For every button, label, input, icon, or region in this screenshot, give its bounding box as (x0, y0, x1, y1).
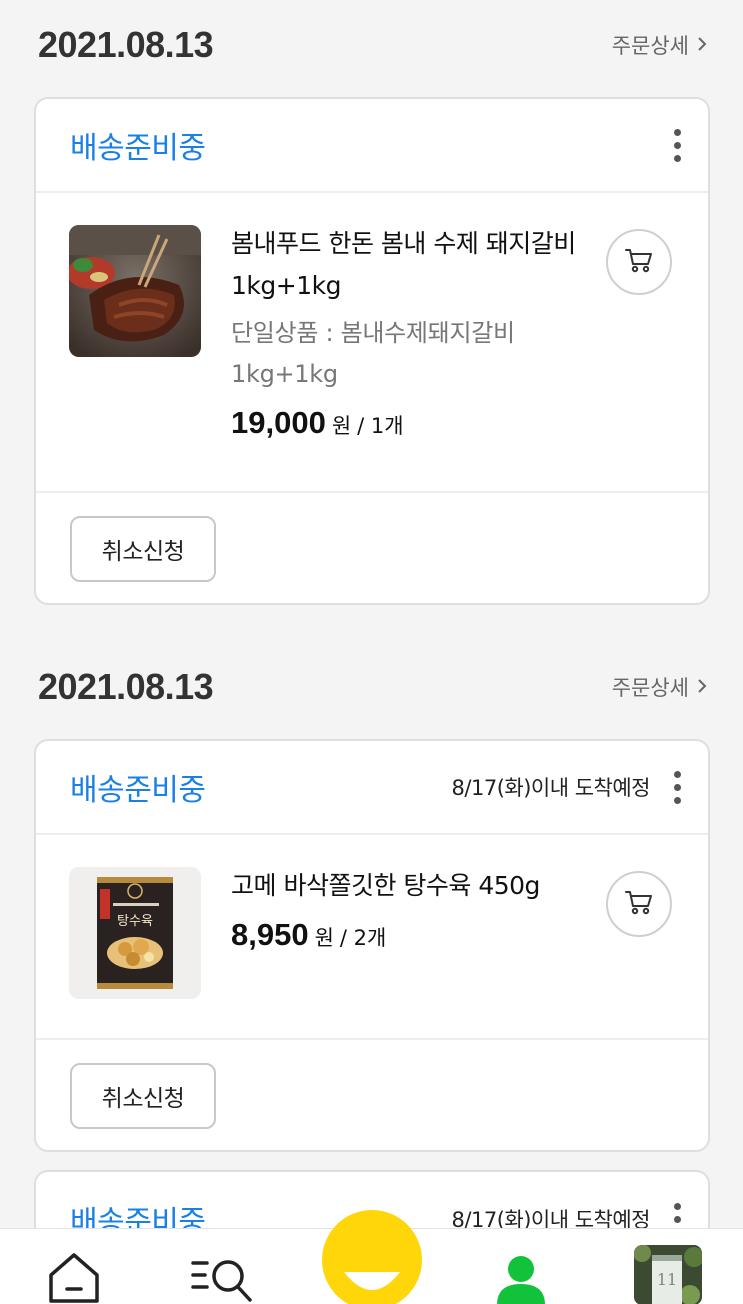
product-title: 봄내푸드 한돈 봄내 수제 돼지갈비 1kg+1kg (231, 229, 576, 300)
cancel-request-button[interactable]: 취소신청 (70, 1063, 216, 1129)
order-detail-label: 주문상세 (611, 34, 689, 58)
product-title: 고메 바삭쫄깃한 탕수육 450g (231, 871, 540, 900)
chevron-right-icon (697, 675, 707, 699)
product-row[interactable]: 봄내푸드 한돈 봄내 수제 돼지갈비 1kg+1kg 단일상품 : 봄내수제돼지… (36, 193, 708, 493)
my-page-icon (494, 1256, 548, 1304)
order-date-row: 2021.08.13 주문상세 (0, 642, 743, 732)
delivery-status: 배송준비중 (70, 773, 206, 808)
order-date: 2021.08.13 (38, 24, 214, 65)
order-card-2: 배송준비중 8/17(화)이내 도착예정 탕수육 고메 바삭쫄깃한 탕수육 45… (34, 739, 710, 1152)
order-card-1: 배송준비중 봄내푸드 한돈 봄내 수제 돼지갈비 1kg+1kg 단일상품: … (34, 97, 710, 605)
nav-home[interactable] (46, 1251, 102, 1304)
product-info[interactable]: 고메 바삭쫄깃한 탕수육 450g 8,950 원 / 2개 (231, 865, 598, 953)
recent-item-badge: 11 (657, 1270, 677, 1289)
product-image-ribs[interactable] (69, 225, 201, 357)
home-icon (46, 1253, 102, 1304)
card-header: 배송준비중 8/17(화)이내 도착예정 (36, 741, 708, 835)
delivery-status: 배송준비중 (70, 131, 206, 166)
product-image-tangsuyuk[interactable]: 탕수육 (69, 867, 201, 999)
nav-menu-search[interactable] (190, 1255, 256, 1304)
product-row[interactable]: 탕수육 고메 바삭쫄깃한 탕수육 450g 8,950 원 / 2개 (36, 835, 708, 1040)
recent-item-thumbnail: 11 (634, 1245, 702, 1304)
add-to-cart-button[interactable] (606, 229, 672, 295)
menu-search-icon (190, 1260, 256, 1304)
price-row: 8,950 원 / 2개 (231, 917, 598, 953)
order-group-2: 2021.08.13 주문상세 (0, 642, 743, 732)
product-option: 단일상품 : 봄내수제돼지갈비 1kg+1kg (231, 319, 515, 388)
quantity-label: / 2개 (339, 926, 387, 950)
add-to-cart-button[interactable] (606, 871, 672, 937)
card-header-right (650, 128, 682, 162)
order-detail-link[interactable]: 주문상세 (612, 672, 707, 702)
price-row: 19,000 원 / 1개 (231, 405, 598, 441)
quantity-label: / 1개 (357, 414, 404, 438)
cart-icon (624, 246, 654, 278)
package-text: 탕수육 (117, 914, 153, 929)
order-detail-link[interactable]: 주문상세 (612, 30, 707, 60)
currency-label: 원 (314, 926, 334, 950)
smile-emoji-button[interactable] (322, 1210, 422, 1304)
cart-icon (624, 888, 654, 920)
order-detail-label: 주문상세 (611, 676, 689, 700)
order-group-1: 2021.08.13 주문상세 (0, 0, 743, 90)
cancel-request-button[interactable]: 취소신청 (70, 516, 216, 582)
product-price: 8,950 (231, 917, 309, 952)
order-date-row: 2021.08.13 주문상세 (0, 0, 743, 90)
delivery-eta: 8/17(화)이내 도착예정 (451, 776, 651, 800)
more-options-icon[interactable] (672, 128, 682, 162)
order-date: 2021.08.13 (38, 666, 214, 707)
more-options-icon[interactable] (672, 770, 682, 804)
nav-recent-item[interactable]: 11 (634, 1245, 702, 1304)
product-info[interactable]: 봄내푸드 한돈 봄내 수제 돼지갈비 1kg+1kg 단일상품 : 봄내수제돼지… (231, 223, 598, 441)
product-price: 19,000 (231, 405, 326, 440)
card-header-right: 8/17(화)이내 도착예정 (451, 770, 682, 804)
nav-my-page[interactable] (494, 1253, 548, 1304)
card-footer: 취소신청 (36, 493, 708, 605)
chevron-right-icon (697, 33, 707, 57)
card-footer: 취소신청 (36, 1040, 708, 1152)
card-header: 배송준비중 (36, 99, 708, 193)
currency-label: 원 (331, 414, 352, 438)
